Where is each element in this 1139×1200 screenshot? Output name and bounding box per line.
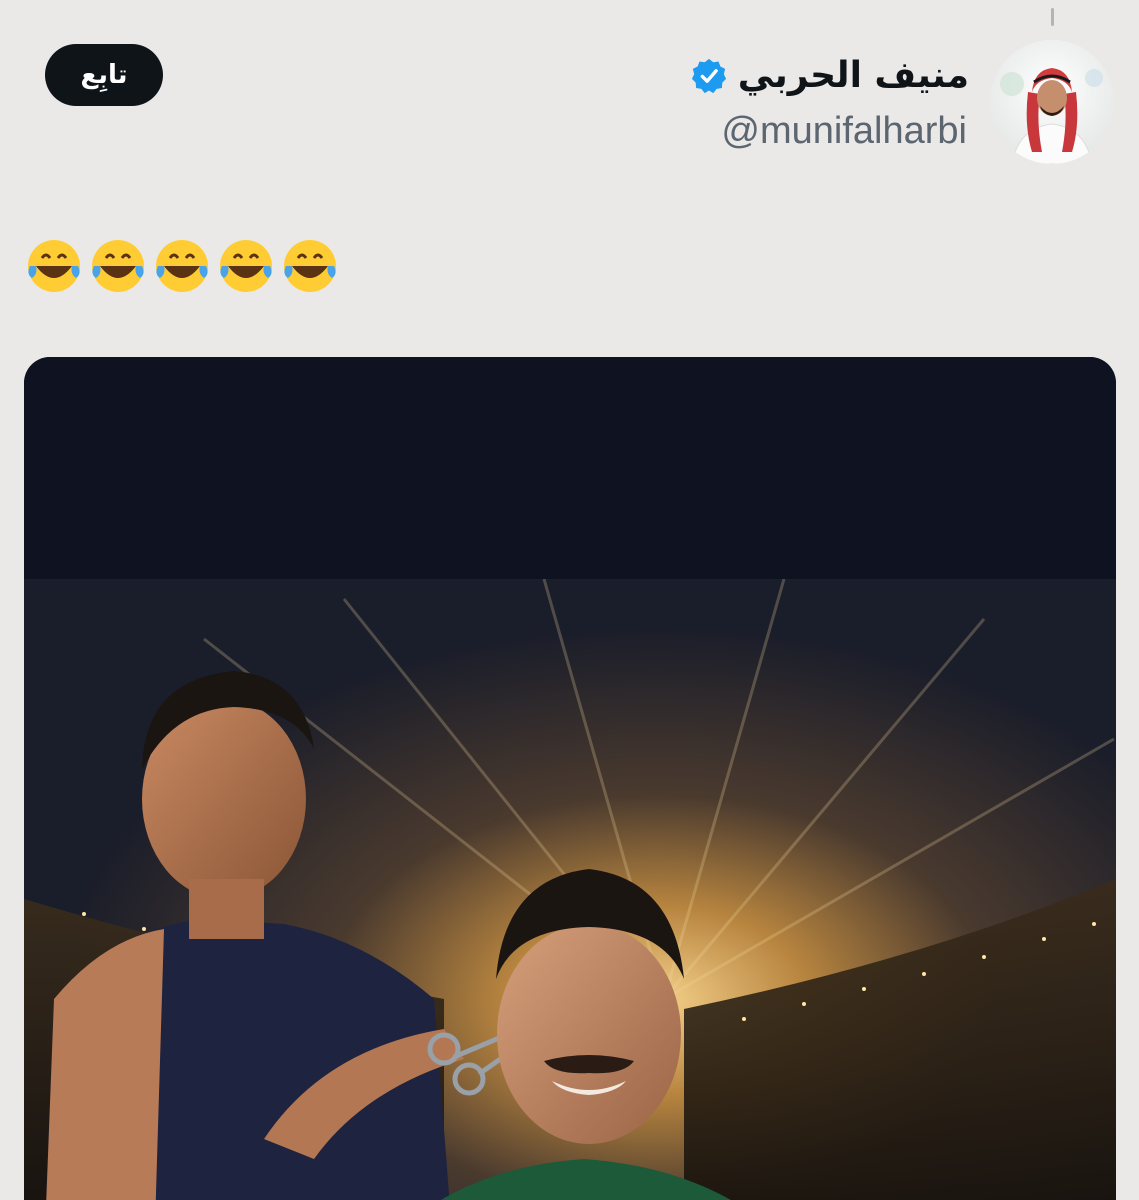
verified-badge-icon bbox=[691, 58, 726, 94]
tears-of-joy-emoji-icon bbox=[28, 240, 80, 292]
author-display-name[interactable]: منيف الحربي bbox=[738, 54, 969, 98]
tears-of-joy-emoji-icon bbox=[156, 240, 208, 292]
author-handle[interactable]: @munifalharbi bbox=[721, 108, 967, 154]
tears-of-joy-emoji-icon bbox=[284, 240, 336, 292]
tweet-view: منيف الحربي @munifalharbi تابِع 😂😂😂😂😂 bbox=[0, 0, 1139, 1200]
tears-of-joy-emoji-icon bbox=[92, 240, 144, 292]
tweet-text: 😂😂😂😂😂 bbox=[24, 228, 344, 298]
football-players-barber-photo bbox=[24, 579, 1116, 1200]
thread-connector-line bbox=[1051, 8, 1054, 26]
follow-button[interactable]: تابِع bbox=[45, 44, 163, 106]
author-avatar[interactable] bbox=[990, 40, 1114, 164]
author-name-row[interactable]: منيف الحربي bbox=[690, 54, 969, 98]
tears-of-joy-emoji-icon bbox=[220, 240, 272, 292]
media-dark-letterbox bbox=[24, 357, 1116, 579]
tweet-media-photo[interactable] bbox=[24, 357, 1116, 1200]
